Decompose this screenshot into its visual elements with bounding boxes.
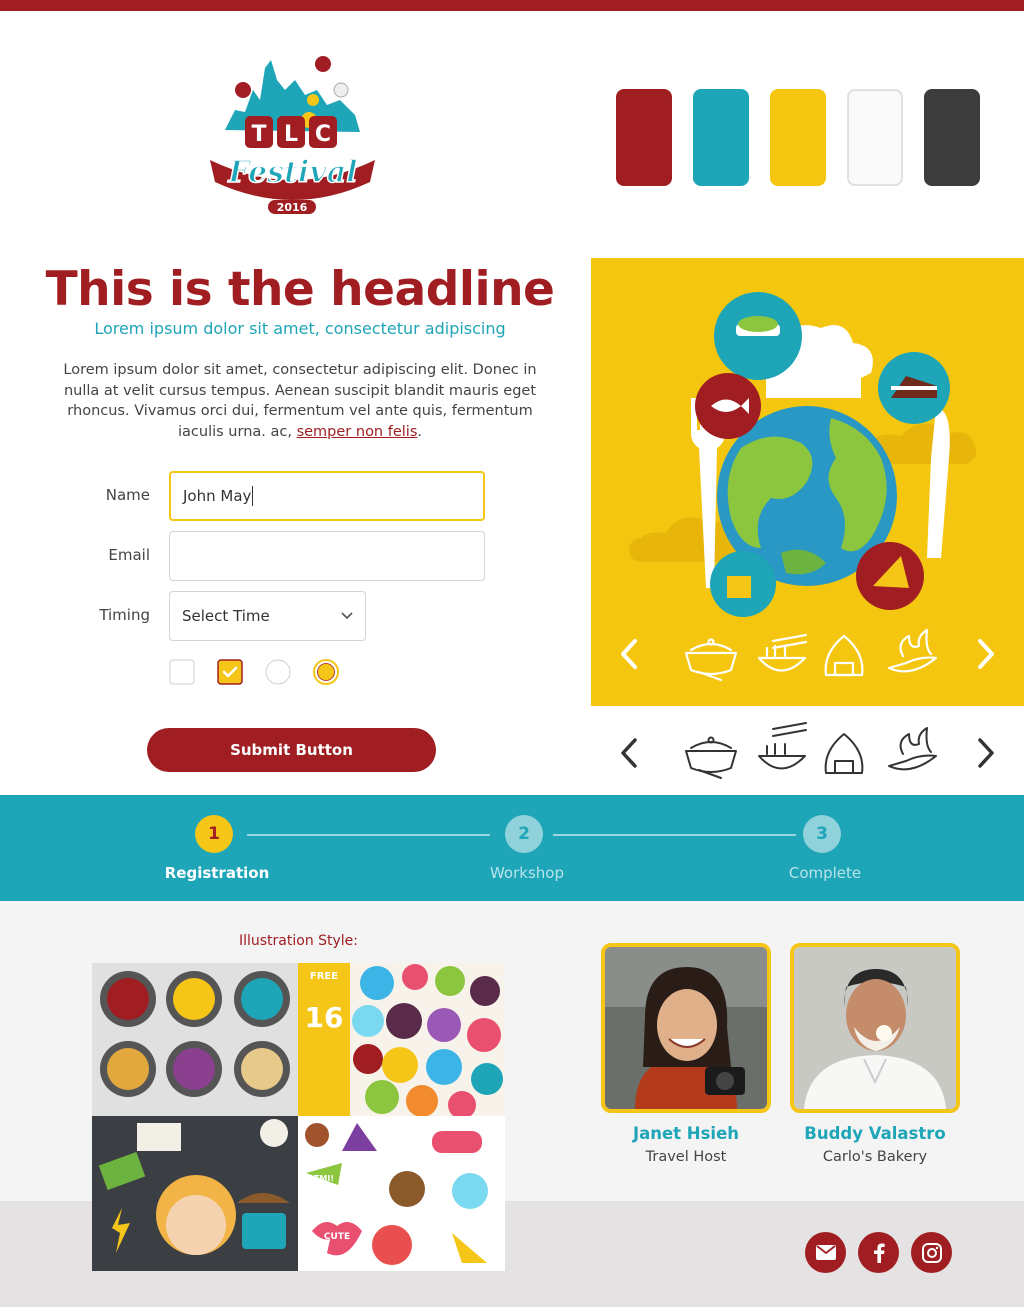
logo-festival-text: Festival bbox=[227, 155, 357, 190]
step-1-label[interactable]: Registration bbox=[127, 864, 307, 882]
name-value: John May bbox=[183, 487, 252, 505]
noodle-bowl-icon[interactable] bbox=[757, 633, 808, 672]
person-photo-janet[interactable] bbox=[601, 943, 771, 1113]
checkbox-checked[interactable] bbox=[217, 659, 243, 685]
rice-ball-icon-dark[interactable] bbox=[824, 733, 864, 774]
palette-swatch-teal bbox=[693, 89, 749, 186]
facebook-icon bbox=[873, 1243, 885, 1263]
pot-icon[interactable] bbox=[684, 638, 738, 682]
step-1-indicator[interactable]: 1 bbox=[195, 815, 233, 853]
pot-icon-dark[interactable] bbox=[685, 736, 737, 779]
chili-pepper-icon-dark[interactable] bbox=[888, 727, 937, 771]
illustration-style-title: Illustration Style: bbox=[238, 933, 359, 949]
sticker-cute-label: CUTE bbox=[324, 1232, 350, 1242]
instagram-icon bbox=[921, 1242, 942, 1263]
person-name-buddy[interactable]: Buddy Valastro bbox=[775, 1124, 975, 1143]
step-3-indicator[interactable]: 3 bbox=[803, 815, 841, 853]
noodle-bowl-icon-dark[interactable] bbox=[758, 722, 807, 770]
person-name-janet[interactable]: Janet Hsieh bbox=[586, 1124, 786, 1143]
page-subheadline: Lorem ipsum dolor sit amet, consectetur … bbox=[94, 319, 506, 338]
name-label: Name bbox=[105, 486, 150, 504]
page-headline: This is the headline bbox=[45, 262, 555, 317]
checkbox-unchecked[interactable] bbox=[169, 659, 195, 685]
step-2-label[interactable]: Workshop bbox=[437, 864, 617, 882]
palette-swatch-red bbox=[616, 89, 672, 186]
progress-stepper: 1 2 3 Registration Workshop Complete bbox=[0, 795, 1024, 901]
person-photo-buddy[interactable] bbox=[790, 943, 960, 1113]
email-icon bbox=[815, 1245, 836, 1260]
carousel-next-arrow-dark[interactable] bbox=[978, 738, 994, 768]
sticker-tmi-label: TMI! bbox=[314, 1174, 334, 1183]
intro-end: . bbox=[417, 423, 422, 440]
carousel-next-arrow[interactable] bbox=[978, 639, 994, 669]
step-3-label[interactable]: Complete bbox=[735, 864, 915, 882]
logo-letter-t: T bbox=[251, 122, 266, 147]
person-role-buddy: Carlo's Bakery bbox=[822, 1149, 928, 1165]
timing-select-value: Select Time bbox=[182, 607, 270, 625]
name-field[interactable]: John May bbox=[169, 471, 485, 521]
tlc-festival-logo: T L C Festival 2016 bbox=[205, 50, 380, 220]
inline-link[interactable]: semper non felis bbox=[297, 424, 418, 440]
logo-letter-c: C bbox=[315, 122, 331, 147]
instagram-button[interactable] bbox=[911, 1232, 952, 1273]
chili-pepper-icon[interactable] bbox=[887, 628, 938, 673]
person-role-janet: Travel Host bbox=[645, 1149, 727, 1165]
world-food-illustration bbox=[621, 292, 994, 682]
step-connector bbox=[553, 834, 796, 836]
logo-letter-l: L bbox=[284, 122, 298, 147]
step-connector bbox=[247, 834, 490, 836]
facebook-button[interactable] bbox=[858, 1232, 899, 1273]
step-2-indicator[interactable]: 2 bbox=[505, 815, 543, 853]
logo-year: 2016 bbox=[277, 201, 308, 214]
summer-count-label: 16 bbox=[305, 1001, 344, 1034]
illustration-tile-character bbox=[92, 1116, 298, 1271]
illustration-tile-stickers: TMI! CUTE bbox=[298, 1116, 505, 1271]
carousel-prev-arrow[interactable] bbox=[621, 639, 637, 669]
radio-unselected[interactable] bbox=[265, 659, 291, 685]
timing-select[interactable]: Select Time bbox=[169, 591, 366, 641]
rice-ball-icon[interactable] bbox=[824, 634, 864, 677]
palette-swatch-dark bbox=[924, 89, 980, 186]
summer-free-label: FREE bbox=[310, 971, 338, 982]
intro-paragraph: Lorem ipsum dolor sit amet, consectetur … bbox=[60, 360, 540, 442]
timing-label: Timing bbox=[99, 606, 150, 624]
icon-carousel-dark bbox=[621, 722, 994, 779]
email-label: Email bbox=[108, 546, 150, 564]
email-field[interactable] bbox=[169, 531, 485, 581]
chevron-down-icon bbox=[341, 612, 353, 620]
palette-swatch-yellow bbox=[770, 89, 826, 186]
radio-selected[interactable] bbox=[313, 659, 339, 685]
submit-button[interactable]: Submit Button bbox=[147, 728, 436, 772]
carousel-prev-arrow-dark[interactable] bbox=[621, 738, 637, 768]
palette-swatch-white bbox=[847, 89, 903, 186]
illustration-tile-summer: FREE 16 bbox=[298, 963, 505, 1119]
hero-illustration-panel bbox=[591, 258, 1024, 706]
text-caret bbox=[252, 486, 254, 506]
email-share-button[interactable] bbox=[805, 1232, 846, 1273]
top-accent-bar bbox=[0, 0, 1024, 11]
illustration-tile-map-pins bbox=[92, 963, 298, 1116]
illustration-collage: FREE 16 TMI! CUTE bbox=[92, 963, 505, 1271]
